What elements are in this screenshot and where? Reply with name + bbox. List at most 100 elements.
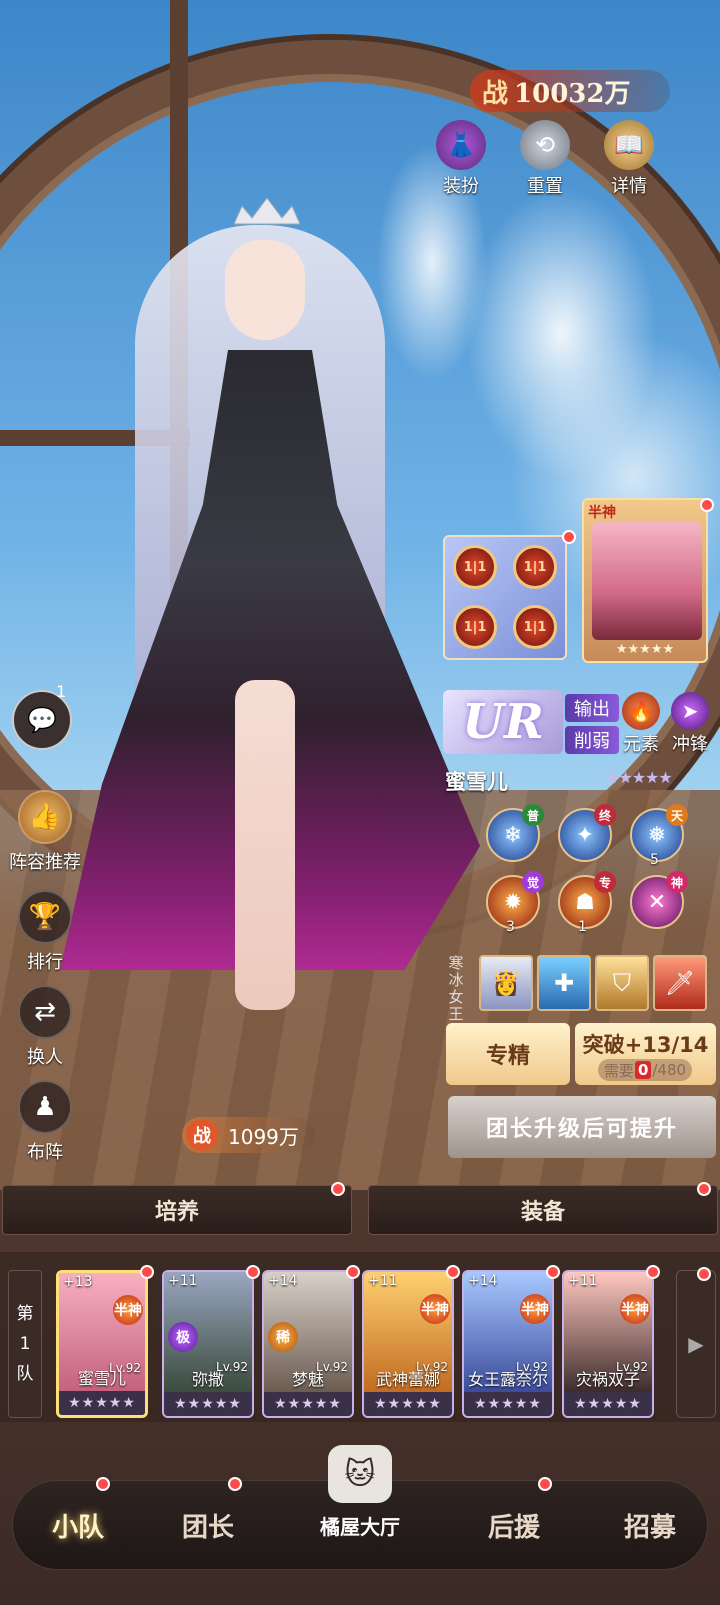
- notification-dot: [140, 1265, 154, 1279]
- fire-element-icon: 🔥: [622, 692, 660, 730]
- hero-card-stars: ★★★★★: [564, 1392, 652, 1416]
- hero-plus-level: +11: [368, 1273, 398, 1289]
- hero-plus-level: +11: [568, 1273, 598, 1289]
- notification-dot: [331, 1182, 345, 1196]
- skill-normal[interactable]: ❄ 普: [486, 804, 544, 862]
- hero-card-name: 蜜雪儿: [77, 1369, 126, 1388]
- skill-badge: 神: [666, 871, 688, 893]
- formation-button[interactable]: ♟ 布阵: [0, 1080, 90, 1164]
- hero-plus-level: +11: [168, 1273, 198, 1289]
- sword-icon[interactable]: 🗡: [653, 955, 707, 1011]
- power-label: 战: [186, 1119, 218, 1151]
- nav-leader[interactable]: 团长: [168, 1500, 248, 1550]
- team-label-char: 1: [19, 1334, 31, 1354]
- skill-level: 5: [650, 852, 659, 868]
- ranking-button[interactable]: 🏆 排行: [0, 890, 90, 974]
- hero-rank-badge: 半神: [420, 1294, 450, 1324]
- outfit-button[interactable]: 👗 装扮: [430, 120, 492, 198]
- element-label: 元素: [623, 734, 659, 755]
- specialize-button[interactable]: 专精: [446, 1023, 570, 1085]
- nav-team[interactable]: 小队: [38, 1500, 118, 1550]
- team-member-card[interactable]: +14 稀 Lv.92 梦魅 ★★★★★: [262, 1270, 354, 1418]
- hero-stars: ★★★★★: [605, 768, 673, 787]
- power-value: 10032万: [514, 78, 631, 109]
- skill-badge: 觉: [522, 871, 544, 893]
- breakthrough-cost: 需要 0 /480: [598, 1059, 692, 1081]
- team-label-char: 第: [16, 1304, 34, 1324]
- formation-icon: ♟: [18, 1080, 72, 1134]
- outfit-icon: 👗: [436, 120, 486, 170]
- role-tag-weaken: 削弱: [565, 726, 619, 754]
- swap-button[interactable]: ⇄ 换人: [0, 985, 90, 1069]
- nav-support[interactable]: 后援: [474, 1500, 554, 1550]
- swap-label: 换人: [27, 1047, 63, 1068]
- skill-badge: 终: [594, 804, 616, 826]
- team-member-card[interactable]: +11 半神 Lv.92 武神蕾娜 ★★★★★: [362, 1270, 454, 1418]
- team-member-card[interactable]: +14 半神 Lv.92 女王露奈尔 ★★★★★: [462, 1270, 554, 1418]
- cat-house-icon: 🐱: [328, 1445, 392, 1503]
- team-member-card[interactable]: +11 极 Lv.92 弥撒 ★★★★★: [162, 1270, 254, 1418]
- skill-ultimate[interactable]: ✦ 终: [558, 804, 616, 862]
- hero-name: 蜜雪儿: [445, 770, 508, 794]
- skill-awaken[interactable]: ✹ 觉 3: [486, 871, 544, 935]
- skill-level: 3: [506, 919, 515, 935]
- notification-dot: [646, 1265, 660, 1279]
- class-tag[interactable]: ➤ 冲锋: [664, 692, 716, 756]
- hero-card-stars: ★★★★★: [164, 1392, 252, 1416]
- team-scroll-right[interactable]: ▶: [676, 1270, 716, 1418]
- nav-home-label: 橘屋大厅: [320, 1515, 400, 1539]
- title-label: 寒冰女王: [448, 954, 464, 1023]
- element-tag[interactable]: 🔥 元素: [615, 692, 667, 756]
- notification-dot: [697, 1267, 711, 1281]
- details-button[interactable]: 📖 详情: [598, 120, 660, 198]
- soul-rank-badge: 半神: [588, 505, 616, 521]
- reset-label: 重置: [527, 176, 563, 197]
- tab-train[interactable]: 培养: [2, 1185, 352, 1235]
- skill-divine[interactable]: ✕ 神: [630, 871, 688, 929]
- team-selector[interactable]: 第 1 队: [8, 1270, 42, 1418]
- skill-exclusive[interactable]: ☗ 专 1: [558, 871, 616, 935]
- skill-badge: 普: [522, 804, 544, 826]
- chip-slot: 1|1: [453, 545, 497, 589]
- chip-slot: 1|1: [453, 605, 497, 649]
- notification-dot: [446, 1265, 460, 1279]
- role-tag-output: 输出: [565, 694, 619, 722]
- hero-card-stars: ★★★★★: [464, 1392, 552, 1416]
- nav-recruit[interactable]: 招募: [610, 1500, 690, 1550]
- book-icon: 📖: [604, 120, 654, 170]
- locked-upgrade-button[interactable]: 团长升级后可提升: [448, 1096, 716, 1158]
- title-portrait-slot[interactable]: 👸: [479, 955, 533, 1011]
- power-label: 战: [482, 78, 509, 109]
- need-label: 需要: [603, 1061, 634, 1080]
- team-member-card[interactable]: +13 半神 Lv.92 蜜雪儿 ★★★★★: [56, 1270, 148, 1418]
- hero-plus-level: +13: [63, 1274, 93, 1290]
- lineup-recommend-button[interactable]: 👍 阵容推荐: [0, 790, 90, 874]
- hero-rank-badge: 半神: [113, 1295, 143, 1325]
- heal-icon[interactable]: ✚: [537, 955, 591, 1011]
- team-member-card[interactable]: +11 半神 Lv.92 灾祸双子 ★★★★★: [562, 1270, 654, 1418]
- hero-card-name: 灾祸双子: [575, 1370, 640, 1389]
- skill-talent[interactable]: ❅ 天 5: [630, 804, 688, 868]
- hero-plus-level: +14: [468, 1273, 498, 1289]
- hero-card-stars: ★★★★★: [264, 1392, 352, 1416]
- hero-rank-badge: 极: [168, 1322, 198, 1352]
- notification-dot: [246, 1265, 260, 1279]
- shield-icon[interactable]: ⛉: [595, 955, 649, 1011]
- chat-count: 1: [56, 682, 67, 701]
- nav-home[interactable]: 🐱 橘屋大厅: [300, 1445, 420, 1560]
- reset-button[interactable]: ⟲ 重置: [514, 120, 576, 198]
- hero-card-stars: ★★★★★: [364, 1392, 452, 1416]
- top-action-bar: 👗 装扮 ⟲ 重置 📖 详情: [430, 120, 660, 198]
- hero-card-name: 弥撒: [191, 1370, 224, 1389]
- tab-equipment[interactable]: 装备: [368, 1185, 718, 1235]
- soul-stars: ★★★★★: [615, 642, 675, 657]
- skill-level: 1: [578, 919, 587, 935]
- soul-card[interactable]: 半神 ★★★★★: [582, 498, 708, 663]
- chat-button[interactable]: 💬 1: [0, 682, 90, 760]
- rarity-badge: UR: [443, 690, 563, 754]
- chip-slots-panel[interactable]: 1|1 1|1 1|1 1|1: [443, 535, 567, 660]
- chip-slot: 1|1: [513, 605, 557, 649]
- notification-dot: [96, 1477, 110, 1491]
- notification-dot: [700, 498, 714, 512]
- chip-slot: 1|1: [513, 545, 557, 589]
